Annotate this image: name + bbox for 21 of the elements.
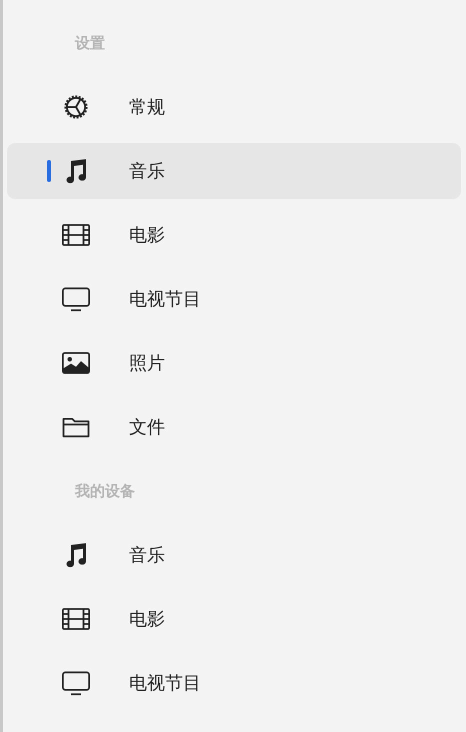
item-label: 常规 [129, 96, 165, 119]
item-label: 电影 [129, 224, 165, 247]
item-label: 音乐 [129, 160, 165, 183]
item-label: 照片 [129, 352, 165, 375]
item-label: 音乐 [129, 544, 165, 567]
selection-indicator [47, 160, 51, 182]
sidebar-item[interactable]: 电影 [7, 591, 461, 647]
sidebar-item[interactable]: 电影 [7, 207, 461, 263]
sidebar-item[interactable]: 电视节目 [7, 655, 461, 711]
sidebar-item[interactable]: 常规 [7, 79, 461, 135]
item-label: 文件 [129, 416, 165, 439]
item-label: 电视节目 [129, 672, 201, 695]
item-label: 电视节目 [129, 288, 201, 311]
sidebar-item[interactable]: 电视节目 [7, 271, 461, 327]
sidebar-item[interactable]: 文件 [7, 399, 461, 455]
sidebar-item[interactable]: 照片 [7, 335, 461, 391]
section-header: 设置 [75, 34, 105, 52]
section-header: 我的设备 [75, 482, 135, 500]
sidebar-item[interactable]: 音乐 [7, 143, 461, 199]
item-label: 电影 [129, 608, 165, 631]
sidebar-item[interactable]: 音乐 [7, 527, 461, 583]
